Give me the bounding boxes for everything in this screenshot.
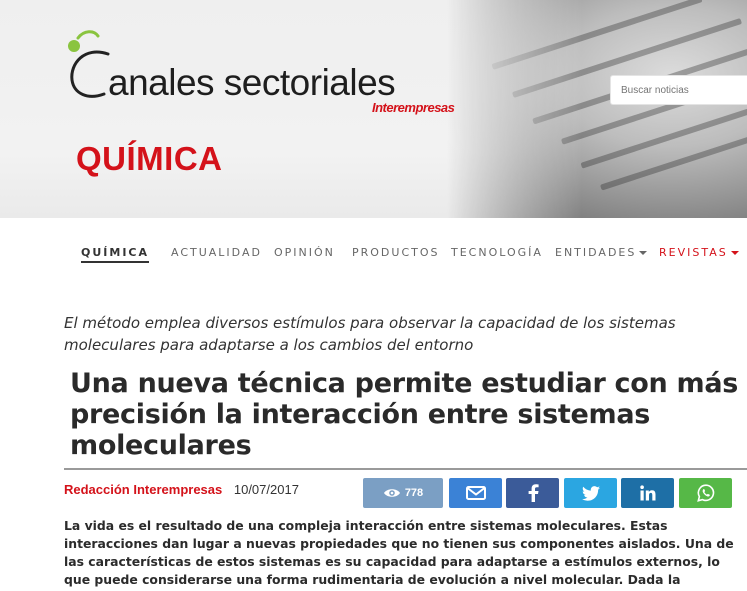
nav-item-entidades[interactable]: ENTIDADES (555, 246, 648, 259)
views-count: 778 (404, 487, 424, 499)
share-linkedin-button[interactable] (621, 478, 674, 508)
whatsapp-icon (696, 484, 714, 502)
share-email-button[interactable] (449, 478, 502, 508)
chevron-down-icon (639, 251, 648, 255)
nav-item-opinion[interactable]: OPINIÓN (274, 246, 335, 259)
headline-divider (64, 468, 747, 470)
newspaper-text-line (491, 0, 703, 70)
linkedin-icon (639, 485, 655, 501)
article-lead: El método emplea diversos estímulos para… (64, 314, 676, 354)
logo-publisher: Interempresas (372, 100, 455, 115)
chevron-down-icon (730, 251, 739, 255)
search-input[interactable] (610, 75, 747, 105)
article-author[interactable]: Redacción Interempresas (64, 482, 222, 497)
nav-item-revistas[interactable]: REVISTAS (659, 246, 739, 259)
article-body: La vida es el resultado de una compleja … (64, 518, 734, 591)
newspaper-text-line (599, 135, 747, 191)
section-title: QUÍMICA (76, 140, 223, 177)
twitter-icon (581, 485, 600, 501)
header-banner: anales sectoriales Interempresas QUÍMICA (0, 0, 747, 218)
eye-icon (383, 489, 400, 497)
email-icon (465, 486, 486, 500)
main-nav: QUÍMICA ACTUALIDAD OPINIÓN PRODUCTOS TEC… (0, 236, 747, 272)
nav-item-productos[interactable]: PRODUCTOS (352, 246, 440, 259)
nav-item-actualidad[interactable]: ACTUALIDAD (171, 246, 262, 259)
article-date: 10/07/2017 (233, 482, 299, 497)
nav-item-quimica[interactable]: QUÍMICA (81, 246, 150, 263)
article-meta: Redacción Interempresas 10/07/2017 (64, 482, 299, 497)
logo-text: anales sectoriales (108, 62, 396, 103)
newspaper-text-line (580, 107, 747, 169)
article-headline: Una nueva técnica permite estudiar con m… (70, 368, 739, 461)
nav-item-revistas-label: REVISTAS (659, 246, 728, 259)
nav-item-entidades-label: ENTIDADES (555, 246, 637, 259)
share-whatsapp-button[interactable] (679, 478, 732, 508)
newspaper-background-image (447, 0, 747, 218)
site-logo[interactable]: anales sectoriales Interempresas (64, 24, 464, 124)
facebook-icon (528, 484, 539, 502)
share-facebook-button[interactable] (506, 478, 559, 508)
views-counter: 778 (363, 478, 443, 508)
nav-item-tecnologia[interactable]: TECNOLOGÍA (451, 246, 543, 259)
share-twitter-button[interactable] (564, 478, 617, 508)
